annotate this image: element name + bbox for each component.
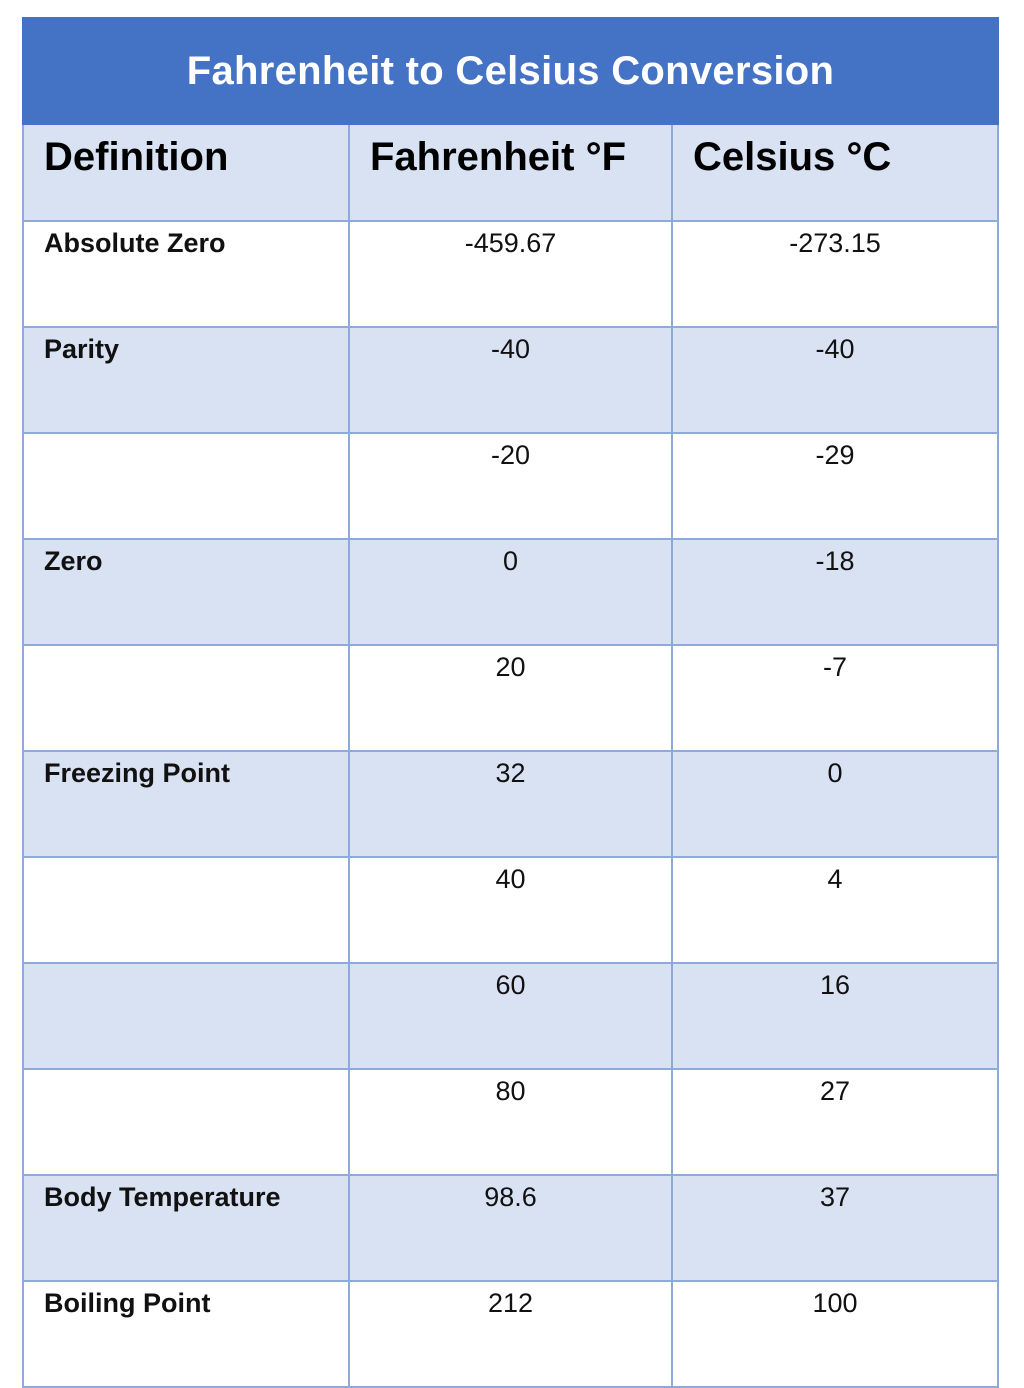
definition-cell [22, 1068, 350, 1176]
header-row: Definition Fahrenheit °F Celsius °C [22, 123, 999, 222]
fahrenheit-cell: 80 [348, 1068, 673, 1176]
column-header-definition: Definition [22, 123, 350, 222]
celsius-cell: -273.15 [671, 220, 999, 328]
column-header-celsius: Celsius °C [671, 123, 999, 222]
definition-cell: Absolute Zero [22, 220, 350, 328]
celsius-cell: -18 [671, 538, 999, 646]
fahrenheit-cell: 0 [348, 538, 673, 646]
fahrenheit-cell: -40 [348, 326, 673, 434]
celsius-cell: -7 [671, 644, 999, 752]
fahrenheit-cell: -459.67 [348, 220, 673, 328]
celsius-cell: -29 [671, 432, 999, 540]
fahrenheit-cell: 20 [348, 644, 673, 752]
table-row: Boiling Point 212 100 [22, 1280, 999, 1388]
fahrenheit-cell: 32 [348, 750, 673, 858]
table-row: -20 -29 [22, 432, 999, 540]
table-row: Freezing Point 32 0 [22, 750, 999, 858]
celsius-cell: 27 [671, 1068, 999, 1176]
fahrenheit-cell: 40 [348, 856, 673, 964]
celsius-cell: 0 [671, 750, 999, 858]
definition-cell: Body Temperature [22, 1174, 350, 1282]
fahrenheit-cell: -20 [348, 432, 673, 540]
definition-cell [22, 856, 350, 964]
celsius-cell: -40 [671, 326, 999, 434]
column-header-label: Definition [44, 135, 229, 179]
column-header-fahrenheit: Fahrenheit °F [348, 123, 673, 222]
definition-cell [22, 432, 350, 540]
column-header-label: Fahrenheit °F [370, 135, 627, 179]
definition-cell: Freezing Point [22, 750, 350, 858]
table-row: 80 27 [22, 1068, 999, 1176]
column-header-label: Celsius °C [693, 135, 892, 179]
title-row: Fahrenheit to Celsius Conversion [22, 17, 999, 125]
definition-cell: Zero [22, 538, 350, 646]
table-row: Zero 0 -18 [22, 538, 999, 646]
table-row: 20 -7 [22, 644, 999, 752]
table-row: Parity -40 -40 [22, 326, 999, 434]
celsius-cell: 37 [671, 1174, 999, 1282]
table-title: Fahrenheit to Celsius Conversion [22, 17, 999, 125]
celsius-cell: 16 [671, 962, 999, 1070]
table-row: Body Temperature 98.6 37 [22, 1174, 999, 1282]
celsius-cell: 4 [671, 856, 999, 964]
table-row: Absolute Zero -459.67 -273.15 [22, 220, 999, 328]
table-row: 60 16 [22, 962, 999, 1070]
table-row: 40 4 [22, 856, 999, 964]
celsius-cell: 100 [671, 1280, 999, 1388]
definition-cell [22, 644, 350, 752]
fahrenheit-cell: 98.6 [348, 1174, 673, 1282]
fahrenheit-cell: 212 [348, 1280, 673, 1388]
fahrenheit-cell: 60 [348, 962, 673, 1070]
definition-cell: Parity [22, 326, 350, 434]
definition-cell [22, 962, 350, 1070]
definition-cell: Boiling Point [22, 1280, 350, 1388]
conversion-table: Fahrenheit to Celsius Conversion Definit… [22, 17, 999, 1388]
